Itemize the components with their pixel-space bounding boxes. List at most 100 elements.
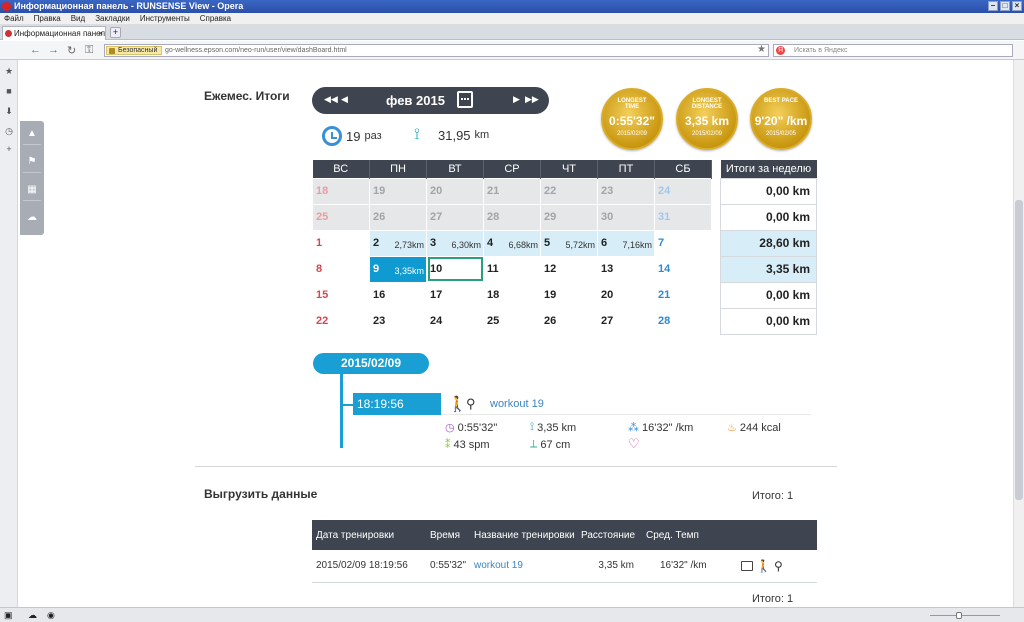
calendar-day-cell[interactable]: 30: [597, 203, 655, 231]
calendar-icon[interactable]: ▦: [23, 179, 41, 201]
panel-toggle-icon[interactable]: ▣: [4, 610, 13, 621]
notes-icon[interactable]: ■: [4, 86, 14, 96]
calendar-day-cell[interactable]: 24: [426, 307, 484, 335]
calendar-day-cell[interactable]: 18: [312, 177, 370, 205]
secure-badge[interactable]: Безопасный: [106, 46, 162, 55]
calendar-day-cell[interactable]: 14: [654, 255, 712, 283]
new-tab-icon[interactable]: +: [110, 27, 121, 38]
top-icon[interactable]: ▲: [23, 123, 41, 145]
table-row[interactable]: 2015/02/09 18:19:56 0:55'32" workout 19 …: [312, 550, 817, 583]
zoom-slider[interactable]: [930, 612, 1000, 619]
calendar-day-cell[interactable]: 13: [597, 255, 655, 283]
calendar-day-cell[interactable]: 5 5,72km: [540, 229, 598, 257]
menu-help[interactable]: Справка: [200, 13, 231, 24]
menu-view[interactable]: Вид: [71, 13, 85, 24]
month-calendar: ВС ПН ВТ СР ЧТ ПТ СБ 18 19 20 21 22 23 24 25 26 2…: [312, 160, 712, 335]
bookmarks-icon[interactable]: ★: [4, 66, 14, 76]
calendar-day-cell[interactable]: 28: [654, 307, 712, 335]
monitor-icon[interactable]: [741, 560, 753, 571]
favicon-icon: [5, 30, 12, 37]
calendar-day-cell[interactable]: 28: [483, 203, 541, 231]
calendar-day-cell[interactable]: 25: [312, 203, 370, 231]
next-year-icon[interactable]: ▶▶: [525, 94, 539, 105]
downloads-icon[interactable]: ⬇: [4, 106, 14, 116]
calendar-day-cell[interactable]: 21: [654, 281, 712, 309]
prev-month-icon[interactable]: ◀: [341, 94, 348, 105]
calendar-day-cell[interactable]: 20: [426, 177, 484, 205]
calendar-day-cell[interactable]: 22: [540, 177, 598, 205]
calendar-day-cell[interactable]: 12: [540, 255, 598, 283]
calendar-day-cell[interactable]: 21: [483, 177, 541, 205]
day-distance: 6,30km: [451, 239, 481, 250]
menu-bookmarks[interactable]: Закладки: [95, 13, 130, 24]
cloud-icon[interactable]: ☁: [23, 207, 41, 229]
calendar-day-cell[interactable]: 27: [597, 307, 655, 335]
calendar-picker-icon[interactable]: [457, 91, 473, 108]
back-icon[interactable]: ←: [30, 44, 41, 56]
key-icon[interactable]: ⚿: [85, 44, 93, 57]
calendar-day-cell[interactable]: 10: [426, 255, 484, 283]
tab-dashboard[interactable]: Информационная панел... ×: [2, 26, 106, 40]
calendar-day-cell[interactable]: 20: [597, 281, 655, 309]
menu-edit[interactable]: Правка: [34, 13, 61, 24]
calendar-day-cell[interactable]: 23: [597, 177, 655, 205]
calendar-day-cell[interactable]: 27: [426, 203, 484, 231]
calendar-day-cell[interactable]: 25: [483, 307, 541, 335]
calendar-day-cell[interactable]: 9 3,35km: [369, 255, 427, 283]
calendar-day-cell[interactable]: 6 7,16km: [597, 229, 655, 257]
menu-file[interactable]: Файл: [4, 13, 24, 24]
add-panel-icon[interactable]: +: [4, 144, 14, 154]
calendar-day-cell[interactable]: 11: [483, 255, 541, 283]
next-month-icon[interactable]: ▶: [513, 94, 520, 105]
calendar-day-cell[interactable]: 15: [312, 281, 370, 309]
zoom-knob[interactable]: [956, 612, 962, 619]
calendar-day-cell[interactable]: 19: [369, 177, 427, 205]
history-icon[interactable]: ◷: [4, 126, 14, 136]
minimize-icon[interactable]: –: [988, 1, 998, 11]
reload-icon[interactable]: ↻: [67, 44, 76, 57]
calendar-day-cell[interactable]: 23: [369, 307, 427, 335]
address-field[interactable]: Безопасный go-wellness.epson.com/neo-run…: [104, 44, 769, 57]
row-name-link[interactable]: workout 19: [474, 560, 523, 571]
cloud-status-icon[interactable]: ☁: [28, 610, 37, 621]
row-date: 2015/02/09 18:19:56: [312, 550, 426, 583]
timeline-date-pill[interactable]: 2015/02/09: [313, 353, 429, 374]
calendar-day-cell[interactable]: 3 6,30km: [426, 229, 484, 257]
calendar-day-cell[interactable]: 19: [540, 281, 598, 309]
day-number: 4: [487, 237, 494, 249]
timer-icon: ◷: [445, 422, 455, 434]
bookmark-star-icon[interactable]: ★: [757, 44, 766, 55]
timeline-workout-entry[interactable]: 18:19:56 🚶 ⚲ workout 19: [353, 393, 811, 415]
opera-logo-icon: [2, 2, 11, 11]
tab-close-icon[interactable]: ×: [98, 27, 103, 40]
calendar-day-cell[interactable]: 24: [654, 177, 712, 205]
calendar-day-cell[interactable]: 7: [654, 229, 712, 257]
calendar-day-cell[interactable]: 16: [369, 281, 427, 309]
maximize-icon[interactable]: □: [1000, 1, 1010, 11]
calendar-day-cell[interactable]: 22: [312, 307, 370, 335]
calendar-day-cell[interactable]: 1: [312, 229, 370, 257]
calendar-day-cell[interactable]: 4 6,68km: [483, 229, 541, 257]
forward-icon[interactable]: →: [48, 44, 59, 56]
medal-longest-time: LONGEST TIME 0:55'32" 2015/02/09: [601, 88, 663, 150]
turbo-icon[interactable]: ◉: [47, 610, 55, 621]
calendar-day-cell[interactable]: 18: [483, 281, 541, 309]
calendar-day-cell[interactable]: 31: [654, 203, 712, 231]
vertical-scrollbar[interactable]: [1013, 60, 1024, 607]
calendar-day-cell[interactable]: 26: [540, 307, 598, 335]
workout-link[interactable]: workout 19: [490, 398, 544, 410]
calendar-day-cell[interactable]: 29: [540, 203, 598, 231]
close-icon[interactable]: ×: [1012, 1, 1022, 11]
search-input[interactable]: Я Искать в Яндекс: [773, 44, 1013, 57]
calendar-day-cell[interactable]: 8: [312, 255, 370, 283]
menu-tools[interactable]: Инструменты: [140, 13, 190, 24]
scrollbar-thumb[interactable]: [1015, 200, 1023, 500]
calendar-day-cell[interactable]: 26: [369, 203, 427, 231]
workout-time: 18:19:56: [353, 393, 441, 415]
calendar-day-cell[interactable]: 2 2,73km: [369, 229, 427, 257]
prev-year-icon[interactable]: ◀◀: [324, 94, 338, 105]
calendar-day-cell[interactable]: 17: [426, 281, 484, 309]
flag-icon[interactable]: ⚑: [23, 151, 41, 173]
day-number: 16: [373, 289, 386, 301]
walk-icon: 🚶: [448, 396, 467, 413]
